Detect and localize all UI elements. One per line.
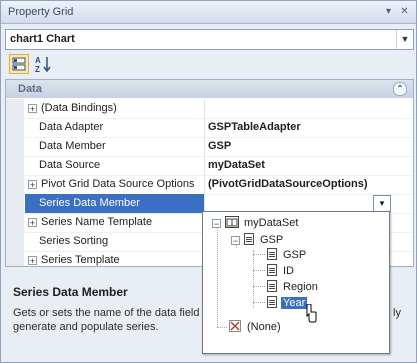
tree-node-field[interactable]: GSP	[267, 247, 308, 263]
row-name: Series Data Member	[25, 194, 204, 213]
tree-label: GSP	[260, 234, 284, 246]
expand-icon[interactable]: +	[28, 104, 37, 114]
row-data-bindings[interactable]: + (Data Bindings)	[6, 99, 413, 119]
categorized-button[interactable]	[9, 54, 29, 74]
chevron-down-icon[interactable]: ▼	[396, 30, 413, 49]
tree-label: GSP	[283, 249, 307, 261]
category-data[interactable]: Data ⌃	[6, 80, 413, 98]
none-icon	[229, 320, 241, 332]
table-icon	[244, 233, 254, 245]
row-data-source[interactable]: Data Source myDataSet	[6, 156, 413, 176]
tree-node-none[interactable]: (None)	[229, 319, 283, 335]
row-value[interactable]: GSPTableAdapter	[206, 118, 413, 137]
field-icon	[267, 280, 277, 292]
description-line1-tail: ly	[393, 307, 401, 319]
tree-node-field[interactable]: Region	[267, 279, 320, 295]
mouse-cursor-icon	[306, 304, 317, 323]
row-name: Series Name Template	[41, 216, 153, 228]
expand-icon[interactable]: +	[28, 218, 37, 228]
field-icon	[267, 296, 277, 308]
row-name: Data Source	[39, 159, 101, 171]
row-name: Data Member	[39, 140, 106, 152]
row-data-adapter[interactable]: Data Adapter GSPTableAdapter	[6, 118, 413, 138]
close-icon[interactable]: ✕	[397, 4, 412, 19]
toolbar: A Z	[5, 53, 412, 75]
tree-node-field[interactable]: ID	[267, 263, 296, 279]
description-title: Series Data Member	[13, 285, 128, 299]
series-data-member-dropdown[interactable]: − myDataSet − GSP GSP ID Region Year (None…	[202, 211, 390, 354]
sort-az-icon: A Z	[35, 56, 51, 74]
collapse-icon[interactable]: −	[212, 219, 221, 229]
field-icon	[267, 264, 277, 276]
expand-icon[interactable]: +	[28, 256, 37, 266]
alphabetical-button[interactable]: A Z	[33, 54, 53, 74]
tree-label: myDataSet	[244, 217, 299, 229]
row-name: Series Template	[41, 254, 120, 266]
row-pivot-options[interactable]: + Pivot Grid Data Source Options (PivotGri…	[6, 175, 413, 195]
field-icon	[267, 248, 277, 260]
expand-icon[interactable]: +	[28, 180, 37, 190]
description-line2: generate and populate series.	[13, 321, 159, 333]
object-selector[interactable]: chart1 Chart ▼	[5, 29, 414, 50]
tree-label: ID	[283, 265, 294, 277]
row-name: Series Sorting	[39, 235, 109, 247]
category-label: Data	[18, 83, 42, 95]
tree-node-table[interactable]: − GSP	[231, 232, 285, 248]
value-dropdown-button[interactable]: ▼	[373, 195, 391, 212]
collapse-icon[interactable]: ⌃	[393, 82, 407, 96]
row-value[interactable]	[206, 99, 413, 118]
description-line1: Gets or sets the name of the data field	[13, 307, 200, 319]
categorized-icon	[12, 57, 26, 71]
window-title: Property Grid	[8, 6, 74, 18]
row-name: Data Adapter	[39, 121, 104, 133]
svg-text:A: A	[35, 56, 41, 65]
row-name: (Data Bindings)	[41, 102, 117, 114]
row-data-member[interactable]: Data Member GSP	[6, 137, 413, 157]
collapse-icon[interactable]: −	[231, 236, 240, 246]
row-value[interactable]: (PivotGridDataSourceOptions)	[206, 175, 413, 194]
title-bar: Property Grid ▾ ✕	[1, 1, 416, 24]
tree-node-field-selected[interactable]: Year	[267, 295, 308, 311]
row-name: Pivot Grid Data Source Options	[41, 178, 195, 190]
row-value[interactable]: myDataSet	[206, 156, 413, 175]
tree-label: Region	[283, 281, 318, 293]
object-selector-value: chart1 Chart	[10, 33, 75, 45]
pin-icon[interactable]: ▾	[381, 4, 396, 19]
row-value[interactable]: GSP	[206, 137, 413, 156]
tree-node-dataset[interactable]: − myDataSet	[212, 215, 300, 231]
tree-label: (None)	[247, 321, 281, 333]
dataset-icon	[225, 216, 239, 228]
svg-text:Z: Z	[35, 65, 40, 74]
